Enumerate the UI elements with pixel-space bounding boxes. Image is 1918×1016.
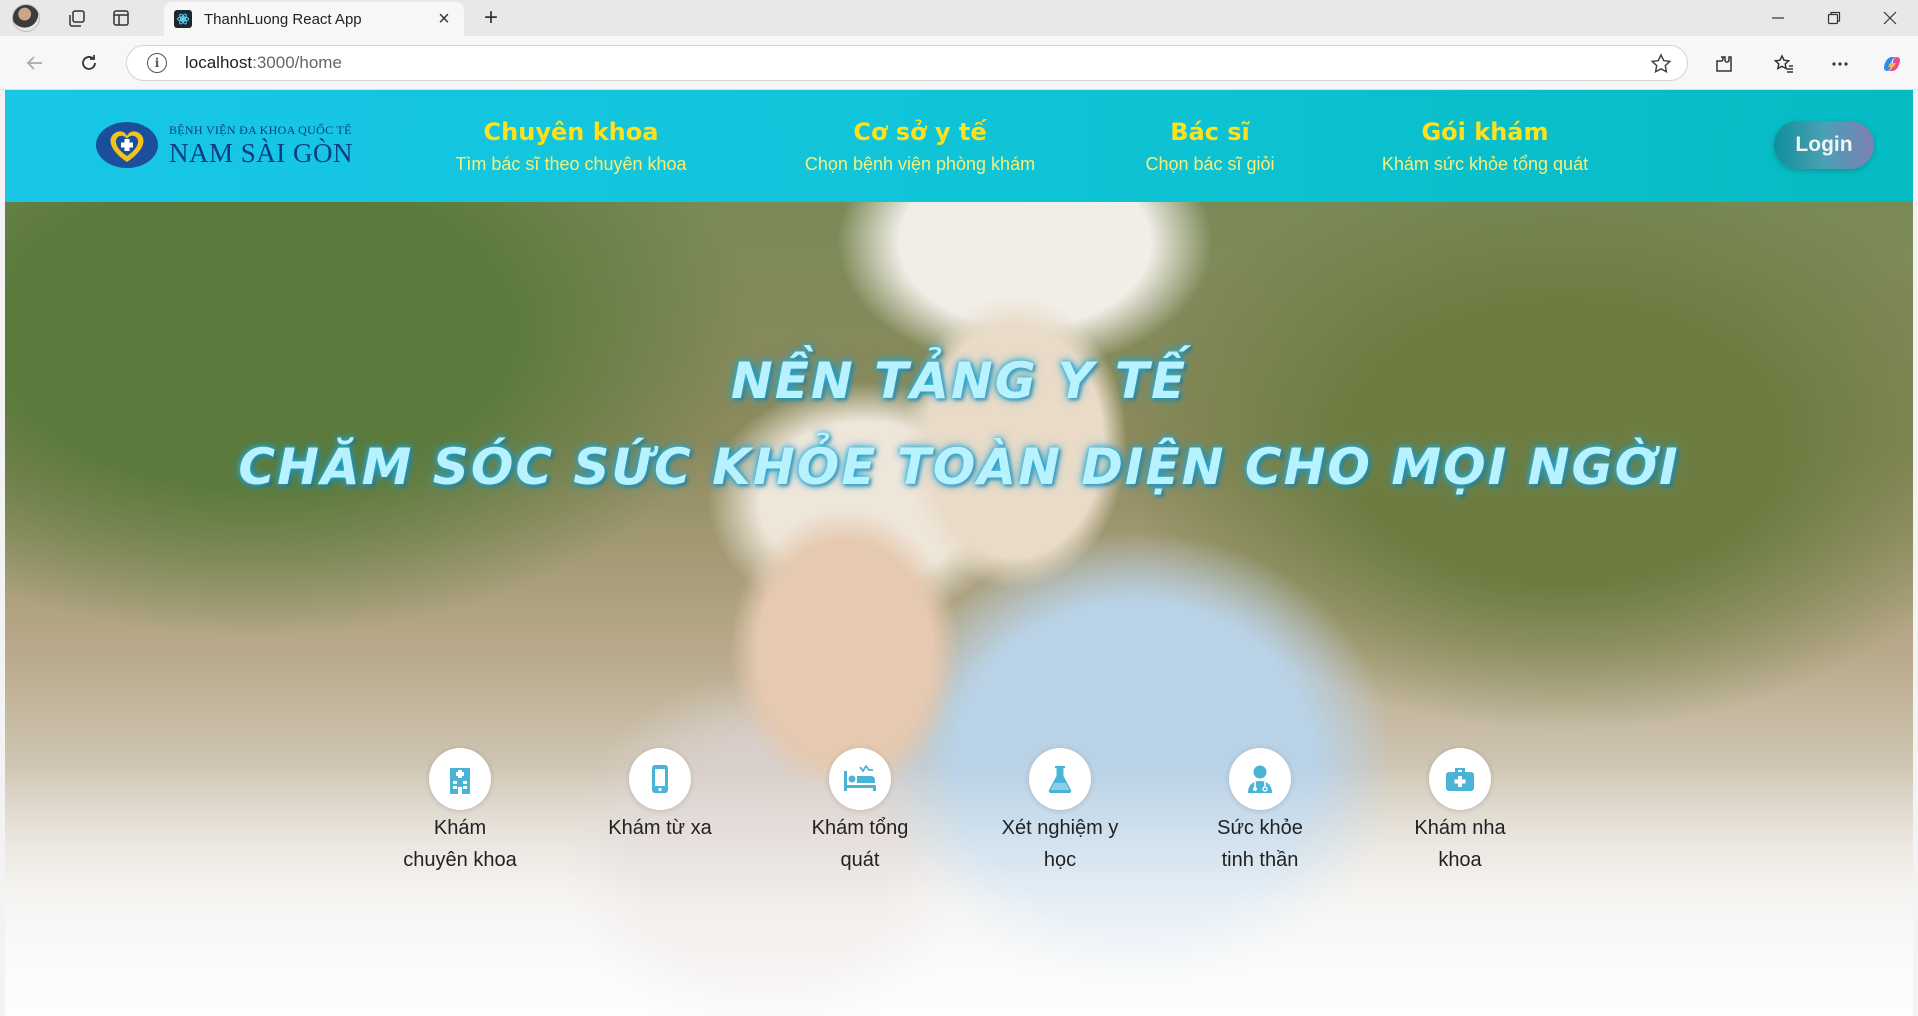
- flask-icon: [1029, 748, 1091, 810]
- hero-fade-overlay: [5, 766, 1913, 1016]
- profile-avatar[interactable]: [12, 4, 40, 32]
- service-label-line1: Khám: [433, 817, 487, 839]
- favorites-icon[interactable]: [1768, 48, 1800, 80]
- vertical-tabs-icon[interactable]: [106, 4, 136, 32]
- logo-title: NAM SÀI GÒN: [169, 137, 354, 168]
- nav-subtitle: Chọn bác sĩ giỏi: [1145, 154, 1275, 174]
- tab-title: ThanhLuong React App: [204, 10, 362, 28]
- window-close-icon[interactable]: [1862, 0, 1918, 36]
- page-viewport: BỆNH VIỆN ĐA KHOA QUỐC TẾ NAM SÀI GÒN Ch…: [5, 90, 1913, 1016]
- favorite-star-icon[interactable]: [1649, 52, 1673, 76]
- service-label-line2: học: [1043, 849, 1077, 871]
- service-label-line2: chuyên khoa: [403, 849, 517, 871]
- refresh-icon[interactable]: [72, 46, 106, 80]
- nav-title: Cơ sở y tế: [853, 118, 987, 146]
- nav-chuyen-khoa[interactable]: Chuyên khoa Tìm bác sĩ theo chuyên khoa: [441, 118, 701, 175]
- doctor-icon: [1229, 748, 1291, 810]
- back-arrow-icon[interactable]: [18, 46, 52, 80]
- browser-tab-bar: ThanhLuong React App × +: [0, 0, 1918, 36]
- service-xet-nghiem[interactable]: Xét nghiệm y học: [980, 748, 1140, 876]
- service-label-line1: Khám nha: [1414, 817, 1506, 839]
- hero-headline-line1: NỀN TẢNG Y TẾ: [730, 352, 1188, 410]
- login-button[interactable]: Login: [1774, 121, 1874, 169]
- nav-title: Bác sĩ: [1170, 118, 1250, 146]
- service-suc-khoe-tinh-than[interactable]: Sức khỏe tinh thần: [1180, 748, 1340, 876]
- restore-icon[interactable]: [1806, 0, 1862, 36]
- service-label-line1: Xét nghiệm y: [1001, 817, 1119, 839]
- nav-subtitle: Khám sức khỏe tổng quát: [1381, 154, 1589, 174]
- nav-goi-kham[interactable]: Gói khám Khám sức khỏe tổng quát: [1355, 118, 1615, 175]
- service-label-line2: quát: [840, 849, 880, 871]
- tab-close-icon[interactable]: ×: [430, 5, 458, 33]
- browser-address-bar: i localhost:3000/home: [0, 36, 1918, 90]
- hero-headline-line2: CHĂM SÓC SỨC KHỎE TOÀN DIỆN CHO MỌI NGỜI: [238, 438, 1680, 496]
- nav-subtitle: Tìm bác sĩ theo chuyên khoa: [455, 154, 687, 174]
- site-header: BỆNH VIỆN ĐA KHOA QUỐC TẾ NAM SÀI GÒN Ch…: [5, 90, 1913, 202]
- workspaces-icon[interactable]: [62, 4, 92, 32]
- logo-subtitle: BỆNH VIỆN ĐA KHOA QUỐC TẾ: [169, 122, 352, 137]
- minimize-icon[interactable]: [1750, 0, 1806, 36]
- hospital-building-icon: [429, 748, 491, 810]
- url-host: localhost: [185, 53, 253, 72]
- service-label-line2: khoa: [1438, 849, 1482, 871]
- service-label-line2: tinh thần: [1221, 849, 1299, 871]
- service-kham-chuyen-khoa[interactable]: Khám chuyên khoa: [380, 748, 540, 876]
- url-input[interactable]: i localhost:3000/home: [126, 45, 1688, 81]
- hospital-bed-icon: [829, 748, 891, 810]
- service-kham-nha-khoa[interactable]: Khám nha khoa: [1380, 748, 1540, 876]
- mobile-phone-icon: [629, 748, 691, 810]
- active-tab[interactable]: ThanhLuong React App ×: [164, 2, 464, 36]
- service-label-line1: Sức khỏe: [1217, 817, 1303, 839]
- heart-cross-logo-icon: [96, 122, 158, 168]
- hospital-logo[interactable]: BỆNH VIỆN ĐA KHOA QUỐC TẾ NAM SÀI GÒN: [95, 120, 353, 170]
- nav-title: Chuyên khoa: [483, 118, 659, 146]
- medical-kit-icon: [1429, 748, 1491, 810]
- service-label-line1: Khám tổng: [811, 817, 909, 839]
- hero-banner: NỀN TẢNG Y TẾ CHĂM SÓC SỨC KHỎE TOÀN DIỆ…: [5, 202, 1913, 1016]
- service-kham-tong-quat[interactable]: Khám tổng quát: [780, 748, 940, 876]
- nav-title: Gói khám: [1421, 118, 1549, 146]
- site-info-icon[interactable]: i: [147, 53, 167, 73]
- react-logo-icon: [174, 10, 192, 28]
- nav-co-so-y-te[interactable]: Cơ sở y tế Chọn bệnh viện phòng khám: [775, 118, 1065, 175]
- service-kham-tu-xa[interactable]: Khám từ xa: [580, 748, 740, 844]
- url-path: :3000/home: [252, 53, 342, 72]
- copilot-icon[interactable]: [1876, 48, 1908, 80]
- nav-subtitle: Chọn bệnh viện phòng khám: [804, 154, 1036, 174]
- more-options-icon[interactable]: [1824, 48, 1856, 80]
- nav-bac-si[interactable]: Bác sĩ Chọn bác sĩ giỏi: [1115, 118, 1305, 175]
- service-label-line1: Khám từ xa: [608, 817, 712, 839]
- new-tab-icon[interactable]: +: [476, 4, 506, 32]
- extensions-icon[interactable]: [1708, 48, 1740, 80]
